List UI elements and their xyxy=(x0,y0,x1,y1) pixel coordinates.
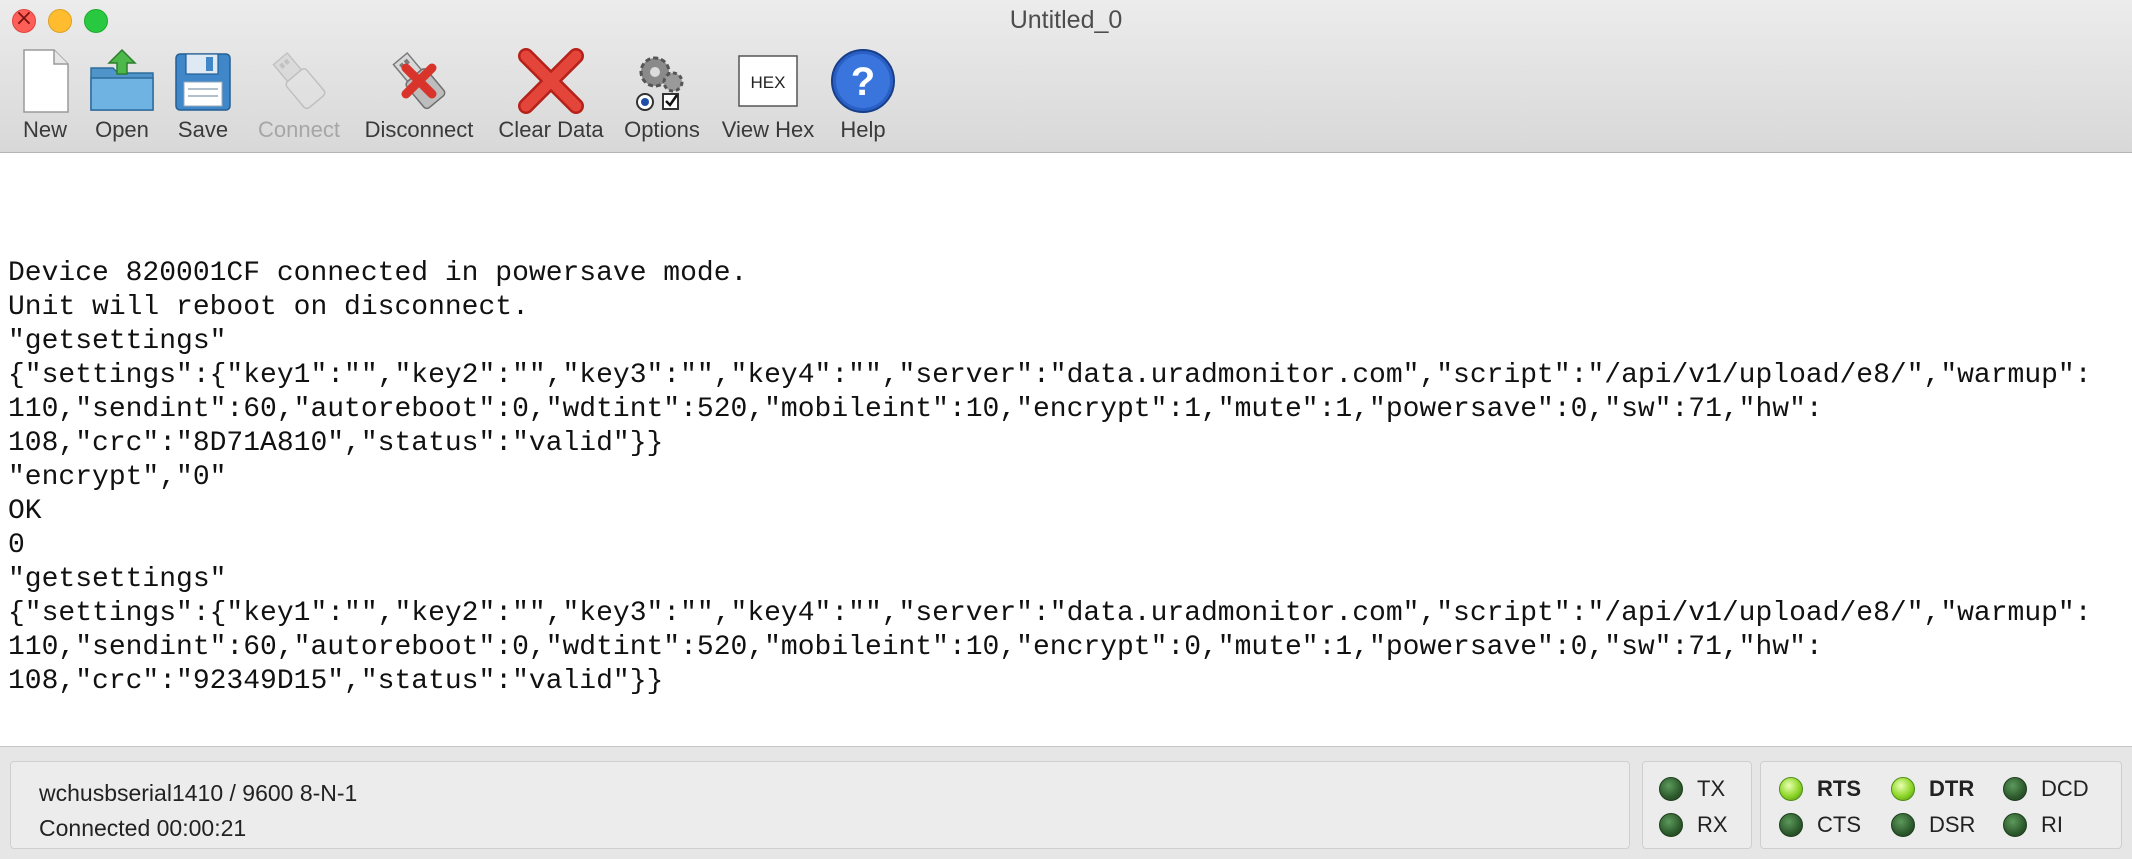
cts-label: CTS xyxy=(1817,812,1861,837)
cts-indicator: CTS xyxy=(1779,812,1861,838)
terminal-line: Unit will reboot on disconnect. xyxy=(8,292,529,323)
new-button-label: New xyxy=(22,117,67,142)
dsr-label: DSR xyxy=(1929,812,1976,837)
gears-options-icon xyxy=(636,56,684,111)
window-title: Untitled_0 xyxy=(1009,6,1123,34)
connection-status: Connected 00:00:21 xyxy=(39,815,247,841)
help-icon-glyph: ? xyxy=(851,60,875,104)
terminal-text: Device 820001CF connected in powersave m… xyxy=(8,257,2092,699)
terminal-line: 108,"crc":"92349D15","status":"valid"}} xyxy=(8,666,664,697)
terminal-line: "getsettings" xyxy=(8,564,227,595)
terminal-line: 110,"sendint":60,"autoreboot":0,"wdtint"… xyxy=(8,632,1823,663)
rx-led-icon xyxy=(1659,813,1683,837)
ri-led-icon xyxy=(2003,813,2027,837)
tx-label: TX xyxy=(1697,776,1726,801)
terminal-line: OK xyxy=(8,496,42,527)
help-button[interactable]: ? Help xyxy=(828,44,898,150)
floppy-disk-icon xyxy=(175,53,231,111)
connection-info-panel: wchusbserial1410 / 9600 8-N-1 Connected … xyxy=(10,761,1630,849)
hex-icon: HEX xyxy=(738,55,798,107)
help-button-label: Help xyxy=(840,117,886,142)
dcd-label: DCD xyxy=(2041,776,2089,801)
open-button-label: Open xyxy=(95,117,149,142)
terminal-line: {"settings":{"key1":"","key2":"","key3":… xyxy=(8,360,2092,391)
terminal-line: 110,"sendint":60,"autoreboot":0,"wdtint"… xyxy=(8,394,1823,425)
dtr-label: DTR xyxy=(1929,776,1975,801)
options-button-label: Options xyxy=(624,117,700,142)
rts-label: RTS xyxy=(1817,776,1861,801)
rts-indicator[interactable]: RTS xyxy=(1779,776,1861,802)
red-x-icon xyxy=(518,48,584,114)
dcd-led-icon xyxy=(2003,777,2027,801)
dsr-led-icon xyxy=(1891,813,1915,837)
view-hex-button[interactable]: HEX View Hex xyxy=(718,44,818,150)
open-folder-icon xyxy=(90,48,154,111)
window-chrome: Untitled_0 New Open xyxy=(0,0,2132,153)
ri-indicator: RI xyxy=(2003,812,2063,838)
terminal-line: 108,"crc":"8D71A810","status":"valid"}} xyxy=(8,428,664,459)
new-button[interactable]: New xyxy=(10,44,80,150)
port-settings: wchusbserial1410 / 9600 8-N-1 xyxy=(39,780,358,806)
terminal-line: "getsettings" xyxy=(8,326,227,357)
dtr-indicator[interactable]: DTR xyxy=(1891,776,1974,802)
terminal-line: Device 820001CF connected in powersave m… xyxy=(8,258,748,289)
cts-led-icon xyxy=(1779,813,1803,837)
ri-label: RI xyxy=(2041,812,2063,837)
disconnect-button-label: Disconnect xyxy=(364,117,474,142)
usb-plug-icon xyxy=(272,51,326,110)
dtr-led-icon xyxy=(1891,777,1915,801)
status-bar: wchusbserial1410 / 9600 8-N-1 Connected … xyxy=(0,746,2132,859)
terminal-output[interactable]: Device 820001CF connected in powersave m… xyxy=(0,153,2132,745)
help-icon: ? xyxy=(831,49,895,113)
connect-button-label: Connect xyxy=(258,117,340,142)
rx-indicator: RX xyxy=(1659,812,1728,838)
clear-data-button[interactable]: Clear Data xyxy=(494,44,608,150)
terminal-line: "encrypt","0" xyxy=(8,462,227,493)
open-button[interactable]: Open xyxy=(88,44,156,150)
options-button[interactable]: Options xyxy=(620,44,704,150)
tx-indicator: TX xyxy=(1659,776,1725,802)
dcd-indicator: DCD xyxy=(2003,776,2089,802)
terminal-line: 0 xyxy=(8,530,25,561)
save-button[interactable]: Save xyxy=(170,44,236,150)
tx-led-icon xyxy=(1659,777,1683,801)
save-button-label: Save xyxy=(177,117,229,142)
usb-disconnect-icon xyxy=(392,51,446,110)
dsr-indicator: DSR xyxy=(1891,812,1975,838)
connect-button[interactable]: Connect xyxy=(254,44,344,150)
rx-label: RX xyxy=(1697,812,1728,837)
terminal-line: {"settings":{"key1":"","key2":"","key3":… xyxy=(8,598,2092,629)
rts-led-icon xyxy=(1779,777,1803,801)
clear-data-button-label: Clear Data xyxy=(498,117,604,142)
txrx-panel: TX RX xyxy=(1642,761,1752,849)
view-hex-button-label: View Hex xyxy=(721,117,815,142)
disconnect-button[interactable]: Disconnect xyxy=(358,44,480,150)
signal-lines-panel: RTS CTS DTR DSR DCD RI xyxy=(1760,761,2122,849)
hex-icon-text: HEX xyxy=(751,73,786,92)
new-document-icon xyxy=(23,49,69,113)
